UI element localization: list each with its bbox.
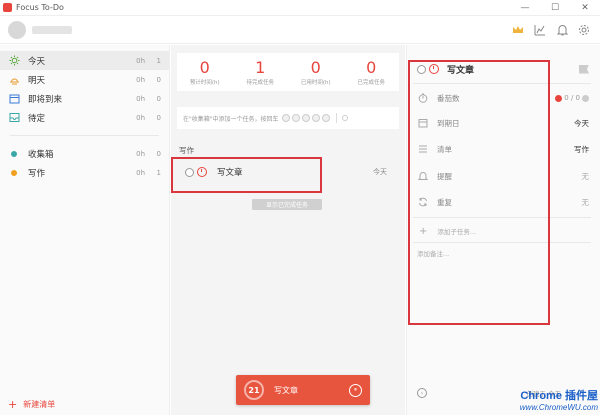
highlight-box — [171, 157, 322, 193]
new-list-button[interactable]: + 新建清单 — [8, 398, 55, 411]
tomato-icon[interactable] — [281, 114, 290, 122]
highlight-box — [408, 60, 550, 325]
tomato-icon[interactable] — [301, 114, 310, 122]
inbox-icon — [8, 112, 20, 124]
tomato-icon[interactable] — [291, 114, 300, 122]
list-color-dot — [11, 150, 17, 157]
flag-icon[interactable] — [579, 64, 589, 74]
list-color-dot — [11, 169, 17, 176]
focus-timer-bar[interactable]: 21 写文章 ⏸ — [236, 375, 370, 405]
gear-icon[interactable] — [578, 24, 590, 36]
divider — [335, 113, 337, 123]
show-completed-button[interactable]: 显示已完成任务 — [252, 199, 322, 210]
chart-icon[interactable] — [534, 24, 546, 36]
stat-completed-tasks: 0 已完成任务 — [357, 57, 385, 86]
stat-estimated-time: 0 预计时间(h) — [189, 57, 220, 86]
header — [0, 16, 600, 44]
sidebar-divider — [10, 135, 159, 136]
group-label: 写作 — [179, 146, 194, 155]
window-controls: — ☐ ✕ — [510, 0, 600, 16]
tomato-icon — [555, 94, 563, 102]
minimize-button[interactable]: — — [510, 0, 540, 16]
bell-icon[interactable] — [556, 24, 568, 36]
collapse-panel-icon[interactable]: › — [417, 388, 427, 398]
sidebar-item-tomorrow[interactable]: 明天 0h 0 — [0, 70, 169, 89]
sidebar-item-today[interactable]: 今天 0h 1 — [0, 51, 169, 70]
timer-countdown: 21 — [244, 380, 264, 400]
tomato-icon[interactable] — [321, 114, 330, 122]
add-task-input[interactable]: 在"收集箱"中添加一个任务，按回车 — [177, 107, 399, 129]
app-title: Focus To-Do — [16, 3, 64, 12]
tomato-icon[interactable] — [311, 114, 320, 122]
watermark: Chrome 插件屋 www.ChromeWU.com — [519, 390, 598, 412]
sidebar-item-upcoming[interactable]: 即将到来 0h 0 — [0, 89, 169, 108]
sidebar: 今天 0h 1 明天 0h 0 即将到来 0h 0 待定 0h 0 收集箱 0h… — [0, 45, 170, 415]
due-date-icon[interactable] — [341, 115, 348, 121]
sidebar-item-inbox[interactable]: 收集箱 0h 0 — [0, 144, 169, 163]
task-list-panel: 0 预计时间(h) 1 待完成任务 0 已用时间(h) 0 已完成任务 在"收集… — [171, 45, 405, 415]
stat-tasks-to-complete: 1 待完成任务 — [246, 57, 274, 86]
avatar[interactable] — [8, 20, 26, 39]
calendar-icon — [8, 93, 20, 105]
sidebar-item-writing[interactable]: 写作 0h 1 — [0, 163, 169, 182]
username-placeholder[interactable] — [32, 25, 72, 34]
plus-icon: + — [8, 398, 18, 411]
sun-icon — [8, 55, 20, 67]
stats-panel: 0 预计时间(h) 1 待完成任务 0 已用时间(h) 0 已完成任务 — [177, 53, 399, 91]
header-icons — [512, 24, 590, 36]
close-button[interactable]: ✕ — [570, 0, 600, 16]
pause-button[interactable]: ⏸ — [349, 383, 362, 397]
pomodoro-estimate-selector[interactable] — [281, 114, 330, 122]
sidebar-item-someday[interactable]: 待定 0h 0 — [0, 108, 169, 127]
stat-elapsed-time: 0 已用时间(h) — [300, 57, 331, 86]
title-bar: Focus To-Do — ☐ ✕ — [0, 0, 600, 16]
tomato-icon — [582, 94, 589, 102]
sunset-icon — [8, 74, 20, 86]
maximize-button[interactable]: ☐ — [540, 0, 570, 16]
crown-icon[interactable] — [512, 24, 524, 36]
timer-task-title: 写文章 — [274, 385, 298, 395]
app-logo-icon — [3, 3, 12, 12]
